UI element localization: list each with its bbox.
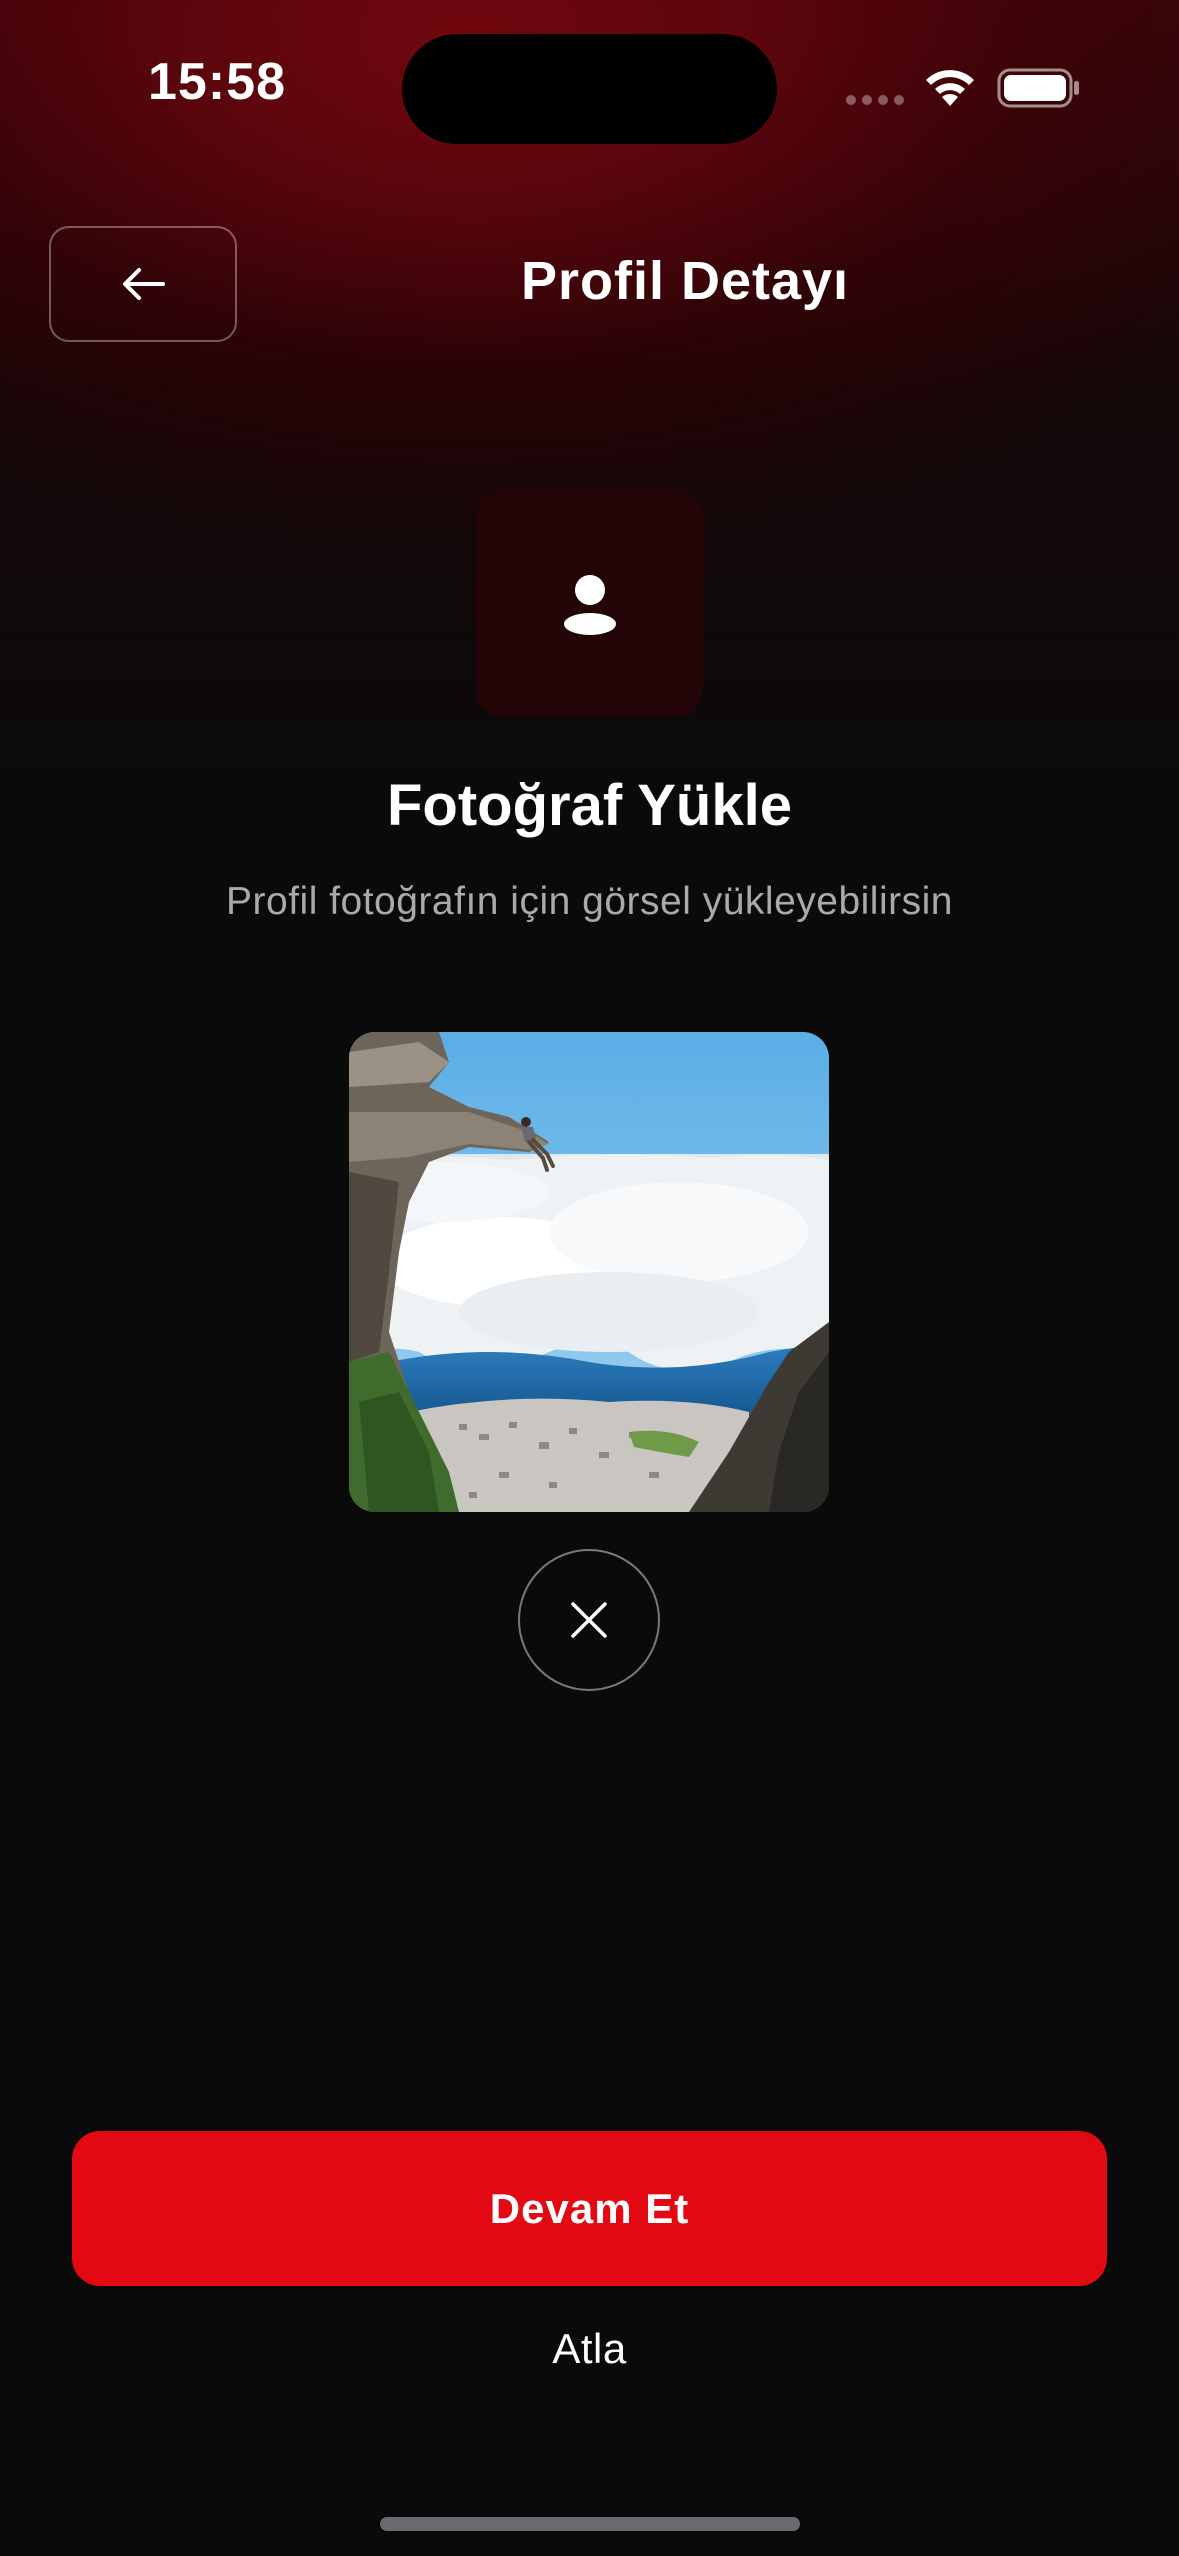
battery-icon	[997, 68, 1079, 108]
wifi-icon	[926, 70, 974, 106]
dynamic-island	[402, 34, 777, 144]
photo-image	[349, 1032, 829, 1512]
page-title: Profil Detayı	[520, 251, 850, 311]
remove-photo-button[interactable]	[518, 1549, 660, 1691]
home-indicator[interactable]	[380, 2517, 800, 2531]
skip-link[interactable]: Atla	[0, 2325, 1179, 2373]
arrow-left-icon	[123, 268, 165, 300]
user-icon	[563, 574, 616, 635]
upload-subtitle: Profil fotoğrafın için görsel yükleyebil…	[226, 880, 953, 923]
continue-button[interactable]: Devam Et	[72, 2131, 1107, 2286]
avatar-placeholder	[476, 490, 703, 717]
profile-photo-screen: 15:58 Profil Detayı Fotoğraf Yükle Profi…	[0, 0, 1179, 2556]
uploaded-photo	[349, 1032, 829, 1512]
upload-title: Fotoğraf Yükle	[387, 773, 792, 838]
back-button[interactable]	[49, 226, 237, 342]
status-time: 15:58	[148, 53, 286, 111]
cellular-signal-icon	[846, 95, 904, 105]
close-icon	[571, 1602, 607, 1638]
